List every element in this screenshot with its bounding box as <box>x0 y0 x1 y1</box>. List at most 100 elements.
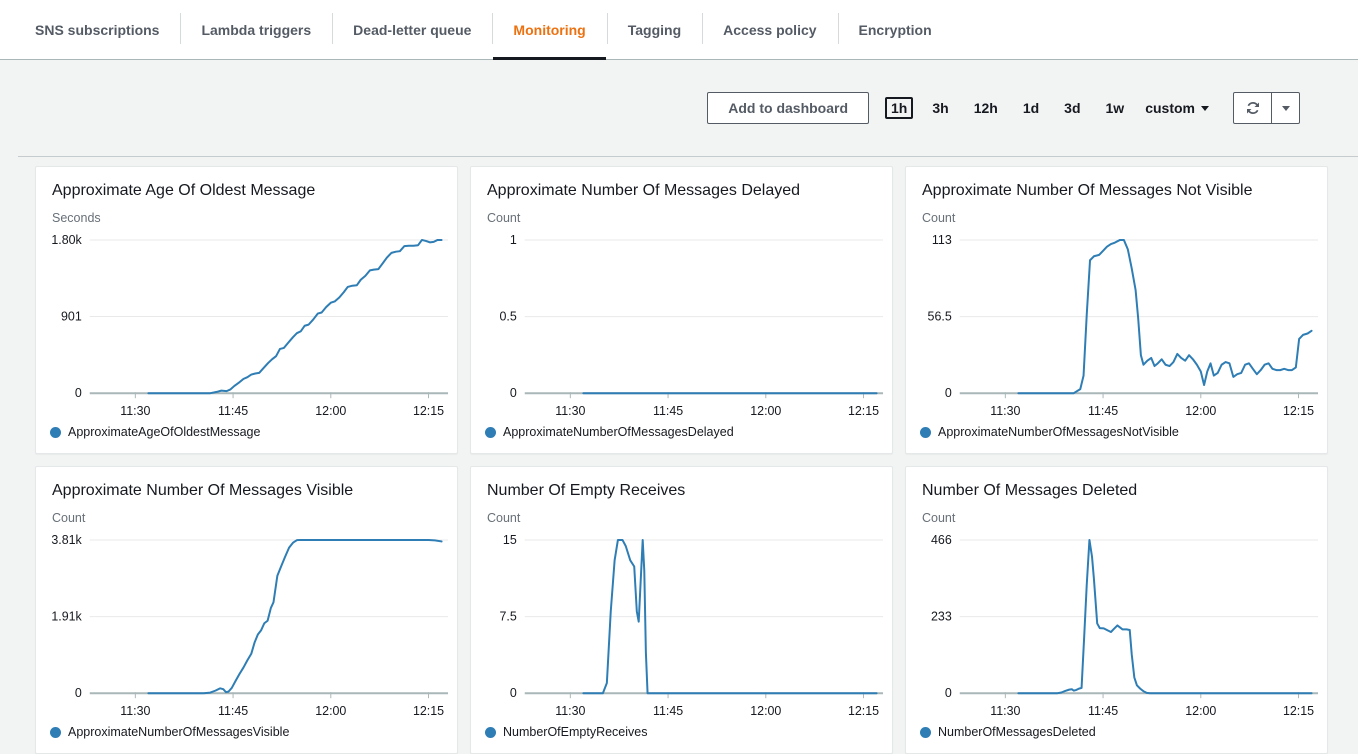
svg-text:11:30: 11:30 <box>120 704 150 718</box>
svg-text:466: 466 <box>931 533 952 547</box>
chart-legend-item[interactable]: ApproximateAgeOfOldestMessage <box>36 425 457 439</box>
svg-text:12:00: 12:00 <box>1185 704 1216 718</box>
svg-text:1.80k: 1.80k <box>51 233 82 247</box>
svg-text:0: 0 <box>510 386 517 400</box>
caret-down-icon <box>1201 106 1209 111</box>
range-12h[interactable]: 12h <box>968 97 1004 119</box>
svg-text:12:00: 12:00 <box>315 704 346 718</box>
chart-title: Number Of Empty Receives <box>471 480 892 502</box>
chart-y-unit-label: Count <box>471 511 892 526</box>
refresh-options-button[interactable] <box>1272 93 1299 123</box>
chart-card-number-of-messages-deleted[interactable]: Number Of Messages Deleted Count 4662330… <box>905 466 1328 754</box>
svg-text:15: 15 <box>503 533 517 547</box>
refresh-button[interactable] <box>1234 93 1272 123</box>
svg-text:0.5: 0.5 <box>499 310 516 324</box>
chart-card-approximate-number-of-messages-delayed[interactable]: Approximate Number Of Messages Delayed C… <box>470 166 893 454</box>
tab-access-policy[interactable]: Access policy <box>702 0 837 59</box>
series-color-dot <box>920 427 931 438</box>
chart-legend-item[interactable]: NumberOfEmptyReceives <box>471 725 892 739</box>
tab-label: Monitoring <box>513 22 585 38</box>
svg-text:12:00: 12:00 <box>315 404 346 418</box>
tab-lambda-triggers[interactable]: Lambda triggers <box>180 0 332 59</box>
tab-label: Access policy <box>723 22 816 38</box>
tab-sns-subscriptions[interactable]: SNS subscriptions <box>14 0 180 59</box>
chart-y-unit-label: Count <box>906 211 1327 226</box>
series-legend-label: ApproximateAgeOfOldestMessage <box>68 425 260 439</box>
series-legend-label: NumberOfEmptyReceives <box>503 725 648 739</box>
svg-text:113: 113 <box>932 233 952 247</box>
chart-plot: 3.81k1.91k011:3011:4512:0012:15 <box>36 528 457 723</box>
tab-label: Tagging <box>628 22 681 38</box>
series-color-dot <box>50 427 61 438</box>
svg-text:12:15: 12:15 <box>1283 404 1314 418</box>
chart-y-unit-label: Count <box>471 211 892 226</box>
tab-label: Encryption <box>859 22 932 38</box>
range-3h[interactable]: 3h <box>926 97 954 119</box>
chart-card-approximate-number-of-messages-visible[interactable]: Approximate Number Of Messages Visible C… <box>35 466 458 754</box>
series-legend-label: NumberOfMessagesDeleted <box>938 725 1096 739</box>
tab-label: Dead-letter queue <box>353 22 471 38</box>
svg-text:1: 1 <box>510 233 517 247</box>
svg-text:11:45: 11:45 <box>653 704 683 718</box>
refresh-split-button <box>1233 92 1300 124</box>
caret-down-icon <box>1282 106 1290 111</box>
svg-text:11:30: 11:30 <box>555 704 585 718</box>
chart-legend-item[interactable]: ApproximateNumberOfMessagesVisible <box>36 725 457 739</box>
refresh-icon <box>1245 100 1261 116</box>
svg-text:11:45: 11:45 <box>1088 704 1118 718</box>
svg-text:11:45: 11:45 <box>218 704 248 718</box>
chart-title: Approximate Number Of Messages Delayed <box>471 180 892 202</box>
svg-text:12:00: 12:00 <box>750 704 781 718</box>
tab-tagging[interactable]: Tagging <box>607 0 702 59</box>
range-custom-label: custom <box>1145 100 1195 116</box>
range-1w[interactable]: 1w <box>1100 97 1131 119</box>
svg-text:0: 0 <box>945 686 952 700</box>
svg-text:12:15: 12:15 <box>848 404 879 418</box>
series-color-dot <box>485 727 496 738</box>
chart-plot: 1 0.5 0 11:30 11:45 12:00 12:15 <box>471 228 892 423</box>
chart-plot: 157.5011:3011:4512:0012:15 <box>471 528 892 723</box>
chart-card-approximate-age-of-oldest-message[interactable]: Approximate Age Of Oldest Message Second… <box>35 166 458 454</box>
chart-title: Number Of Messages Deleted <box>906 480 1327 502</box>
range-custom[interactable]: custom <box>1143 99 1211 117</box>
svg-text:11:30: 11:30 <box>990 404 1020 418</box>
series-legend-label: ApproximateNumberOfMessagesVisible <box>68 725 289 739</box>
tab-dead-letter-queue[interactable]: Dead-letter queue <box>332 0 492 59</box>
svg-text:0: 0 <box>75 686 82 700</box>
chart-y-unit-label: Count <box>906 511 1327 526</box>
svg-text:3.81k: 3.81k <box>51 533 82 547</box>
series-legend-label: ApproximateNumberOfMessagesDelayed <box>503 425 734 439</box>
range-1h[interactable]: 1h <box>885 97 913 119</box>
tab-monitoring[interactable]: Monitoring <box>492 0 606 59</box>
series-legend-label: ApproximateNumberOfMessagesNotVisible <box>938 425 1179 439</box>
svg-text:11:45: 11:45 <box>653 404 683 418</box>
series-color-dot <box>50 727 61 738</box>
tab-encryption[interactable]: Encryption <box>838 0 953 59</box>
svg-text:11:45: 11:45 <box>218 404 248 418</box>
svg-text:11:30: 11:30 <box>555 404 585 418</box>
chart-legend-item[interactable]: NumberOfMessagesDeleted <box>906 725 1327 739</box>
svg-text:12:00: 12:00 <box>1185 404 1216 418</box>
svg-text:11:45: 11:45 <box>1088 404 1118 418</box>
svg-text:11:30: 11:30 <box>120 404 150 418</box>
tab-label: SNS subscriptions <box>35 22 159 38</box>
chart-plot: 466233011:3011:4512:0012:15 <box>906 528 1327 723</box>
svg-text:12:15: 12:15 <box>848 704 879 718</box>
svg-text:1.91k: 1.91k <box>51 610 82 624</box>
tab-bar: SNS subscriptions Lambda triggers Dead-l… <box>0 0 1358 60</box>
chart-plot: 1.80k901011:3011:4512:0012:15 <box>36 228 457 423</box>
chart-y-unit-label: Seconds <box>36 211 457 226</box>
range-1d[interactable]: 1d <box>1017 97 1045 119</box>
add-to-dashboard-button[interactable]: Add to dashboard <box>707 92 869 124</box>
svg-text:12:15: 12:15 <box>413 404 444 418</box>
chart-plot: 11356.5011:3011:4512:0012:15 <box>906 228 1327 423</box>
chart-legend-item[interactable]: ApproximateNumberOfMessagesDelayed <box>471 425 892 439</box>
chart-card-number-of-empty-receives[interactable]: Number Of Empty Receives Count 157.5011:… <box>470 466 893 754</box>
svg-text:12:00: 12:00 <box>750 404 781 418</box>
svg-text:0: 0 <box>945 386 952 400</box>
chart-legend-item[interactable]: ApproximateNumberOfMessagesNotVisible <box>906 425 1327 439</box>
tab-label: Lambda triggers <box>201 22 311 38</box>
chart-card-approximate-number-of-messages-not-visible[interactable]: Approximate Number Of Messages Not Visib… <box>905 166 1328 454</box>
range-3d[interactable]: 3d <box>1058 97 1086 119</box>
svg-text:901: 901 <box>61 309 82 323</box>
